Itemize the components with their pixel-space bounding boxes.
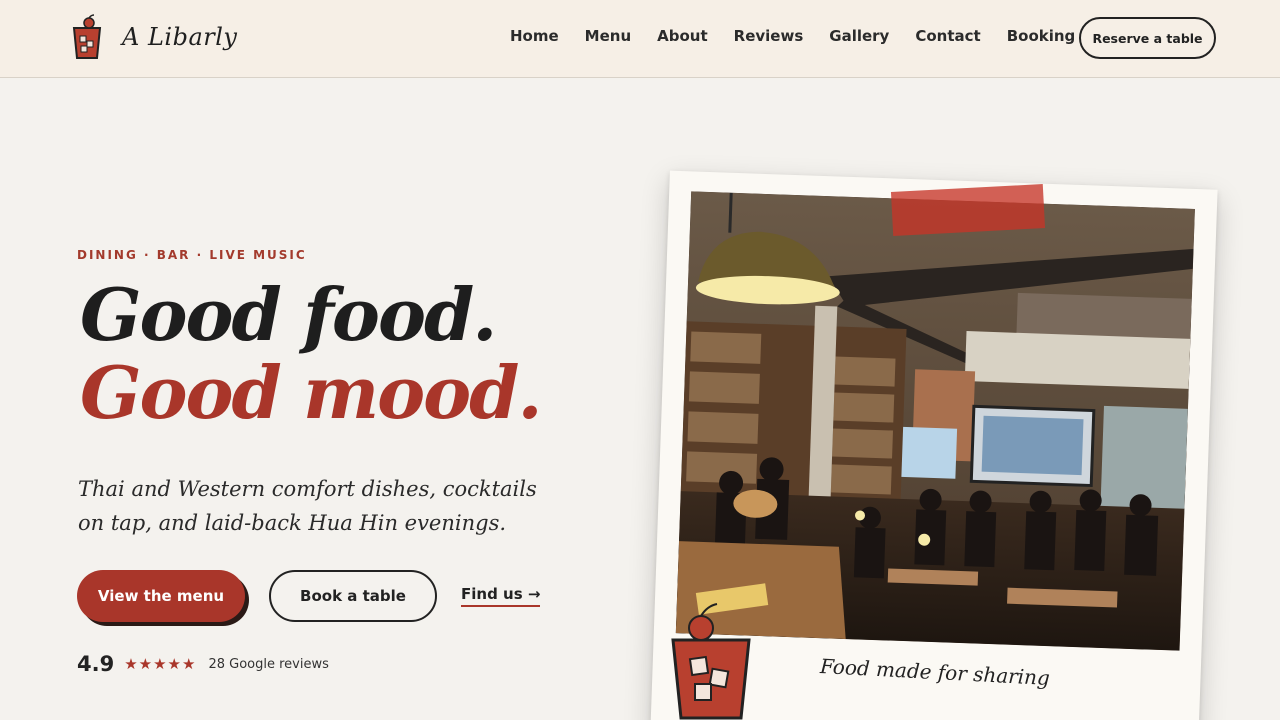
- reserve-table-button[interactable]: Reserve a table: [1079, 17, 1216, 59]
- nav-item-gallery[interactable]: Gallery: [829, 27, 889, 45]
- main-nav: Home Menu About Reviews Gallery Contact …: [510, 27, 1101, 45]
- nav-item-reviews[interactable]: Reviews: [734, 27, 804, 45]
- hero-headline: Good food. Good mood.: [80, 272, 543, 435]
- nav-item-about[interactable]: About: [657, 27, 708, 45]
- hero-eyebrow: DINING · BAR · LIVE MUSIC: [77, 248, 307, 262]
- site-header: A Libarly Home Menu About Reviews Galler…: [0, 0, 1280, 78]
- find-us-link[interactable]: Find us →: [461, 585, 541, 607]
- brand-logo[interactable]: A Libarly: [70, 14, 237, 60]
- rating-stars-icon: ★★★★★: [124, 655, 197, 673]
- headline-line-2: Good mood.: [80, 350, 543, 435]
- rating-score: 4.9: [77, 652, 115, 676]
- hero-subtitle: Thai and Western comfort dishes, cocktai…: [78, 477, 537, 535]
- cocktail-sticker-icon: [671, 603, 751, 720]
- cocktail-glass-icon: [72, 14, 102, 59]
- brand-name: A Libarly: [122, 23, 238, 51]
- nav-item-contact[interactable]: Contact: [915, 27, 980, 45]
- book-table-button[interactable]: Book a table: [269, 570, 437, 622]
- restaurant-interior-image: [675, 191, 1195, 651]
- rating-review-count: 28 Google reviews: [208, 656, 329, 672]
- restaurant-photo: [675, 191, 1195, 651]
- view-menu-button[interactable]: View the menu: [77, 570, 245, 622]
- headline-line-1: Good food.: [80, 272, 497, 357]
- decorative-tape: [890, 184, 1046, 236]
- nav-item-booking[interactable]: Booking: [1007, 27, 1076, 45]
- google-rating: 4.9 ★★★★★ 28 Google reviews: [77, 652, 329, 676]
- nav-item-menu[interactable]: Menu: [585, 27, 631, 45]
- nav-item-home[interactable]: Home: [510, 27, 559, 45]
